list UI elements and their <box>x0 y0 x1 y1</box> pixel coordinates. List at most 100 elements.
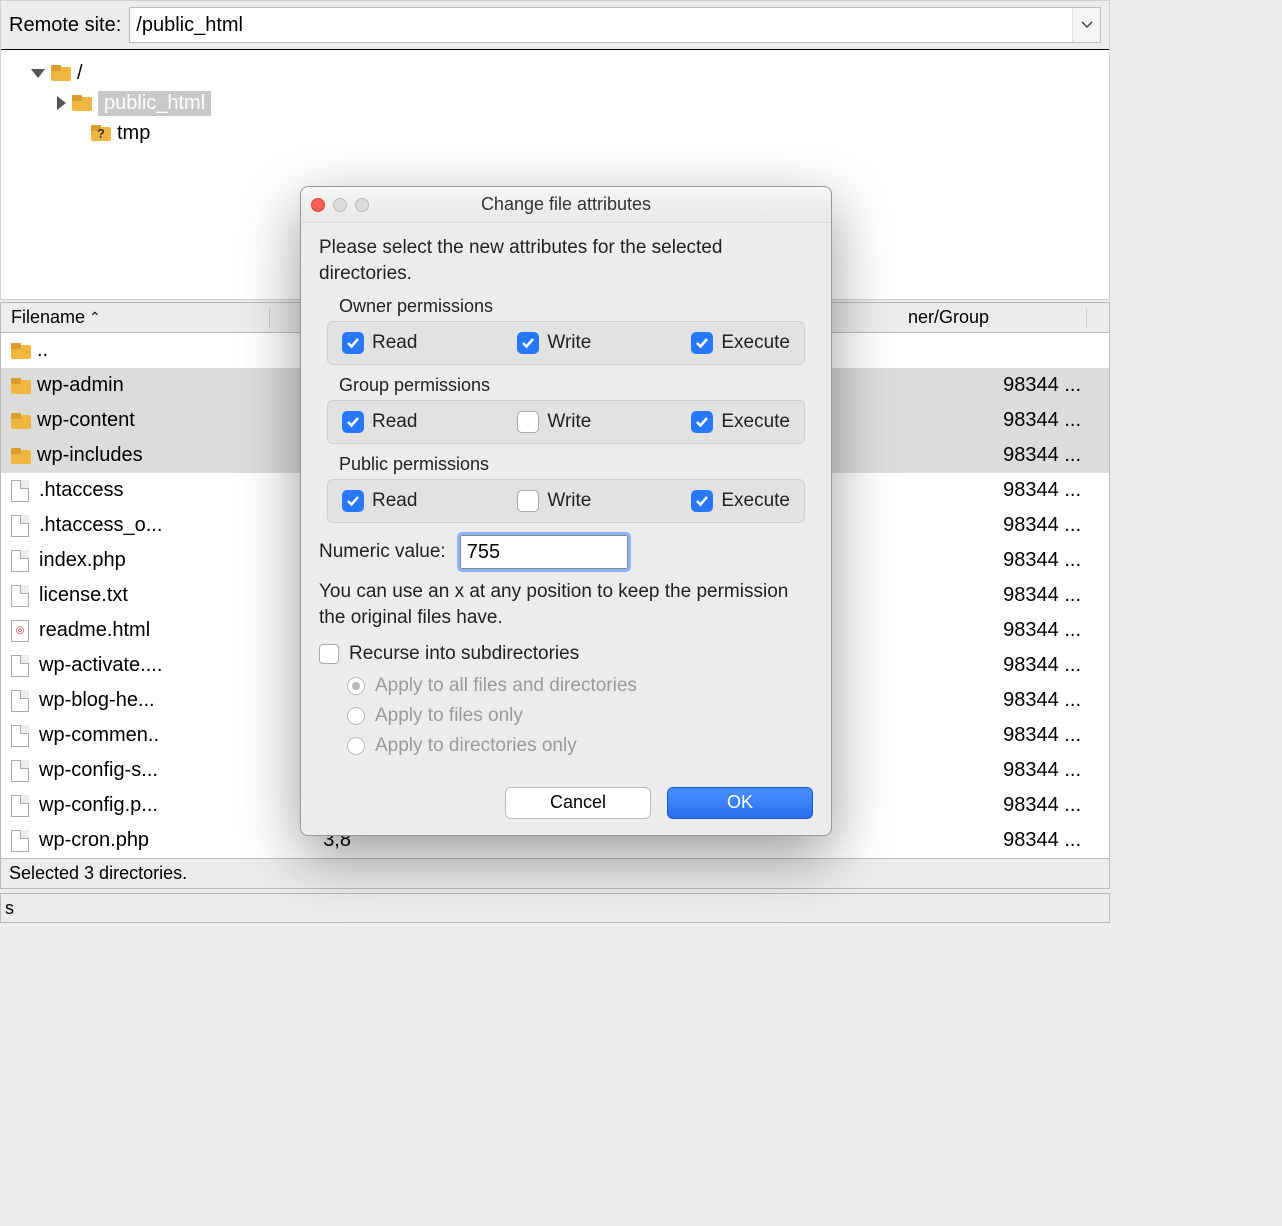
ok-button[interactable]: OK <box>667 787 813 819</box>
remote-site-label: Remote site: <box>9 14 121 37</box>
folder-unknown-icon: ? <box>91 125 111 141</box>
radio-apply-files: Apply to files only <box>347 705 813 727</box>
dialog-title: Change file attributes <box>481 194 651 215</box>
file-name: wp-config.p... <box>39 794 158 817</box>
file-name: wp-commen.. <box>39 724 159 747</box>
checkbox-icon[interactable] <box>691 411 713 433</box>
radio-icon <box>347 737 365 755</box>
column-owner[interactable]: ner/Group <box>908 307 1078 328</box>
close-icon[interactable] <box>311 198 325 212</box>
owner-permissions-label: Owner permissions <box>339 296 813 317</box>
remote-path-combobox[interactable] <box>129 7 1101 43</box>
file-icon <box>11 515 29 537</box>
file-name: .htaccess_o... <box>39 514 162 537</box>
file-icon <box>11 550 29 572</box>
tree-public-html[interactable]: public_html <box>11 88 1099 118</box>
group-permissions-label: Group permissions <box>339 375 813 396</box>
file-name: readme.html <box>39 619 150 642</box>
file-owner: 98344 ... <box>1003 444 1081 467</box>
file-name: index.php <box>39 549 126 572</box>
file-name: license.txt <box>39 584 128 607</box>
radio-apply-dirs: Apply to directories only <box>347 735 813 757</box>
radio-icon <box>347 707 365 725</box>
checkbox-icon[interactable] <box>342 490 364 512</box>
file-owner: 98344 ... <box>1003 549 1081 572</box>
checkbox-icon[interactable] <box>691 332 713 354</box>
file-icon <box>11 690 29 712</box>
file-owner: 98344 ... <box>1003 759 1081 782</box>
tree-tmp[interactable]: ? tmp <box>11 118 1099 148</box>
file-owner: 98344 ... <box>1003 654 1081 677</box>
write-checkbox[interactable]: Write <box>517 490 591 512</box>
group-permissions-group: Read Write Execute <box>327 400 805 444</box>
file-owner: 98344 ... <box>1003 374 1081 397</box>
file-name: wp-content <box>37 409 135 432</box>
chevron-down-icon[interactable] <box>1072 8 1100 42</box>
tree-item-label: tmp <box>117 122 150 145</box>
checkbox-icon[interactable] <box>319 644 339 664</box>
file-owner: 98344 ... <box>1003 724 1081 747</box>
file-icon <box>11 725 29 747</box>
file-icon <box>11 480 29 502</box>
write-checkbox[interactable]: Write <box>517 411 591 433</box>
tree-item-label: public_html <box>98 91 211 116</box>
column-filename[interactable]: Filename ⌃ <box>1 307 261 328</box>
file-name: .htaccess <box>39 479 123 502</box>
folder-icon <box>11 378 31 394</box>
radio-icon <box>347 677 365 695</box>
chevron-right-icon[interactable] <box>57 96 66 110</box>
checkbox-icon[interactable] <box>517 490 539 512</box>
permission-note: You can use an x at any position to keep… <box>319 579 813 630</box>
folder-icon <box>11 343 31 359</box>
numeric-value-input[interactable] <box>460 535 628 569</box>
checkbox-icon[interactable] <box>517 411 539 433</box>
file-icon <box>11 655 29 677</box>
radio-apply-all: Apply to all files and directories <box>347 675 813 697</box>
file-name: wp-activate.... <box>39 654 162 677</box>
cancel-button[interactable]: Cancel <box>505 787 651 819</box>
folder-icon <box>11 448 31 464</box>
checkbox-icon[interactable] <box>691 490 713 512</box>
read-checkbox[interactable]: Read <box>342 411 417 433</box>
checkbox-icon[interactable] <box>342 332 364 354</box>
file-owner: 98344 ... <box>1003 514 1081 537</box>
sort-asc-icon: ⌃ <box>89 309 101 326</box>
file-icon <box>11 585 29 607</box>
file-name: wp-cron.php <box>39 829 149 852</box>
folder-icon <box>51 65 71 81</box>
checkbox-icon[interactable] <box>517 332 539 354</box>
read-checkbox[interactable]: Read <box>342 332 417 354</box>
file-icon <box>11 760 29 782</box>
zoom-icon <box>355 198 369 212</box>
file-name: wp-blog-he... <box>39 689 155 712</box>
public-permissions-group: Read Write Execute <box>327 479 805 523</box>
tree-root[interactable]: / <box>11 58 1099 88</box>
dialog-instruction: Please select the new attributes for the… <box>319 235 813 286</box>
write-checkbox[interactable]: Write <box>517 332 591 354</box>
log-panel: s <box>0 893 1110 923</box>
file-name: wp-admin <box>37 374 124 397</box>
file-owner: 98344 ... <box>1003 479 1081 502</box>
owner-permissions-group: Read Write Execute <box>327 321 805 365</box>
change-file-attributes-dialog: Change file attributes Please select the… <box>300 186 832 836</box>
chevron-down-icon[interactable] <box>31 69 45 78</box>
file-icon <box>11 830 29 852</box>
file-owner: 98344 ... <box>1003 584 1081 607</box>
folder-icon <box>11 413 31 429</box>
file-owner: 98344 ... <box>1003 829 1081 852</box>
execute-checkbox[interactable]: Execute <box>691 411 790 433</box>
read-checkbox[interactable]: Read <box>342 490 417 512</box>
dialog-titlebar[interactable]: Change file attributes <box>301 187 831 223</box>
numeric-value-label: Numeric value: <box>319 541 446 563</box>
folder-icon <box>72 95 92 111</box>
recurse-checkbox[interactable]: Recurse into subdirectories <box>319 643 813 665</box>
file-owner: 98344 ... <box>1003 409 1081 432</box>
file-owner: 98344 ... <box>1003 619 1081 642</box>
file-owner: 98344 ... <box>1003 689 1081 712</box>
execute-checkbox[interactable]: Execute <box>691 490 790 512</box>
checkbox-icon[interactable] <box>342 411 364 433</box>
execute-checkbox[interactable]: Execute <box>691 332 790 354</box>
tree-root-label: / <box>77 62 83 85</box>
file-name: wp-config-s... <box>39 759 158 782</box>
remote-path-input[interactable] <box>130 12 1072 39</box>
